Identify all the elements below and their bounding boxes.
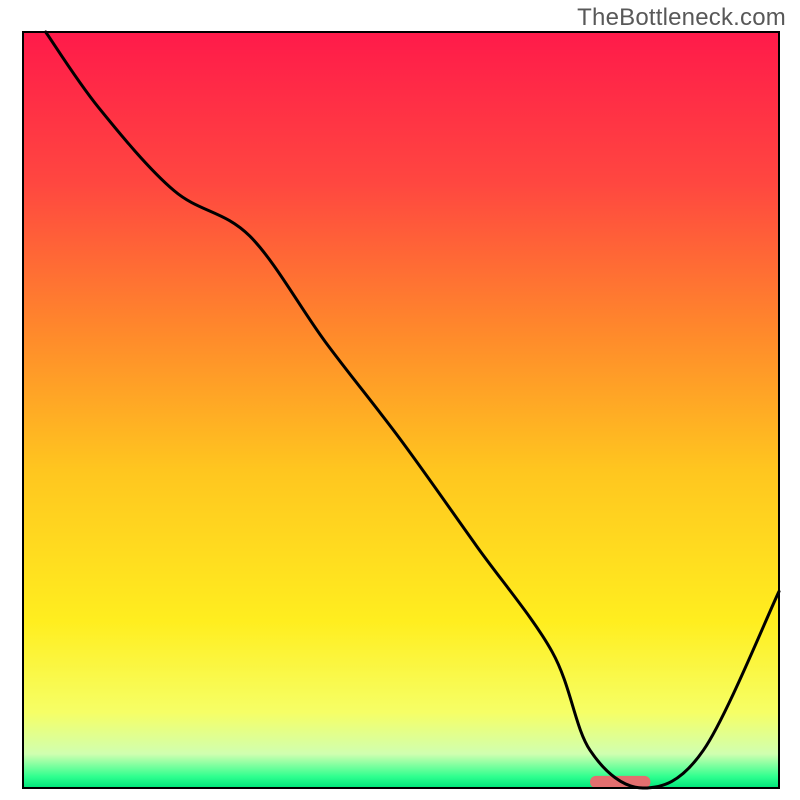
chart-container: TheBottleneck.com	[0, 0, 800, 800]
plot-background	[23, 32, 779, 788]
watermark-text: TheBottleneck.com	[577, 4, 786, 32]
bottleneck-chart	[0, 0, 800, 800]
